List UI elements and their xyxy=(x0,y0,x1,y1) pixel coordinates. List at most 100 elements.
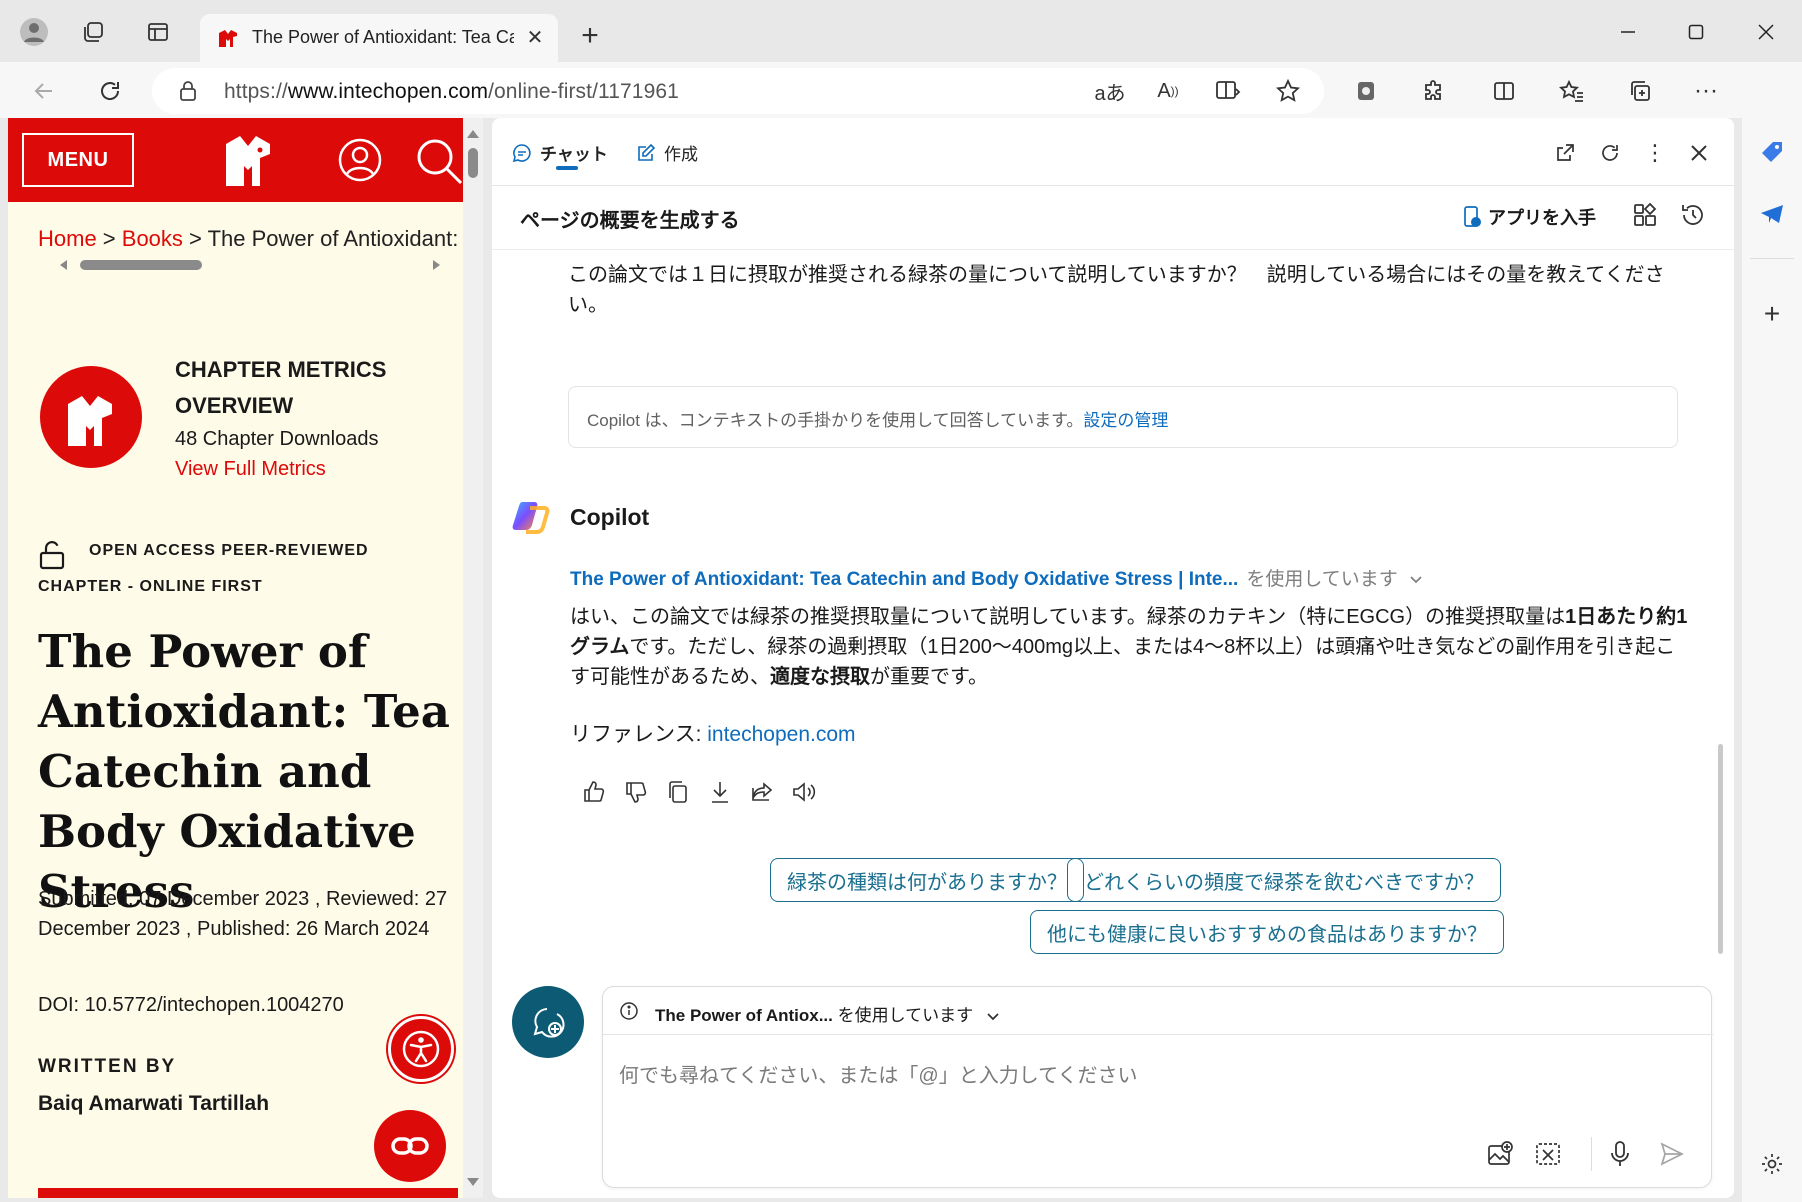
microphone-icon[interactable] xyxy=(1603,1137,1637,1171)
view-full-metrics-link[interactable]: View Full Metrics xyxy=(175,458,326,481)
context-notice: Copilot は、コンテキストの手掛かりを使用して回答しています。設定の管理 xyxy=(568,386,1678,448)
refresh-chat-icon[interactable] xyxy=(1595,138,1625,168)
breadcrumb-books[interactable]: Books xyxy=(122,226,183,251)
close-window-icon[interactable] xyxy=(1746,14,1786,50)
speaker-icon[interactable] xyxy=(786,774,822,810)
history-icon[interactable] xyxy=(1680,202,1706,228)
minimize-icon[interactable] xyxy=(1608,14,1648,50)
share-link-button[interactable] xyxy=(374,1110,446,1182)
intechopen-favicon-icon xyxy=(216,27,240,51)
doi: DOI: 10.5772/intechopen.1004270 xyxy=(38,994,344,1016)
copilot-pane: チャット 作成 ⋮ ページの概要を生成する アプリを入手 この論文では１日に摂取… xyxy=(492,118,1734,1198)
source-expand-chevron-icon[interactable] xyxy=(1409,575,1423,585)
address-bar[interactable]: https://www.intechopen.com/online-first/… xyxy=(152,68,1324,114)
browser-toolbar: https://www.intechopen.com/online-first/… xyxy=(0,62,1802,118)
accessibility-button[interactable] xyxy=(388,1016,454,1082)
tab-close-icon[interactable]: ✕ xyxy=(522,25,548,51)
split-screen-icon[interactable] xyxy=(1484,71,1524,111)
more-options-icon[interactable]: ··· xyxy=(1686,71,1726,111)
open-in-new-icon[interactable] xyxy=(1550,138,1580,168)
chat-input[interactable]: 何でも尋ねてください、または「@」と入力してください xyxy=(619,1059,1138,1088)
intechopen-logo-icon[interactable] xyxy=(220,130,276,190)
open-access-label: OPEN ACCESS PEER-REVIEWED xyxy=(89,542,369,559)
breadcrumb-home[interactable]: Home xyxy=(38,226,97,251)
reference-link[interactable]: intechopen.com xyxy=(707,723,855,746)
input-divider xyxy=(1591,1137,1592,1171)
link-icon xyxy=(391,1137,429,1155)
page-scrollbar[interactable] xyxy=(463,118,483,1198)
article-title: The Power of Antioxidant: Tea Catechin a… xyxy=(38,625,450,918)
refresh-icon[interactable] xyxy=(90,71,130,111)
source-line: The Power of Antioxidant: Tea Catechin a… xyxy=(570,564,1423,591)
menu-button[interactable]: MENU xyxy=(22,133,134,187)
workspaces-icon[interactable] xyxy=(74,12,114,52)
thumbs-down-icon[interactable] xyxy=(618,774,654,810)
written-by-label: WRITTEN BY xyxy=(38,1056,177,1077)
url-text[interactable]: https://www.intechopen.com/online-first/… xyxy=(224,80,679,104)
copilot-scrollbar[interactable] xyxy=(1718,744,1723,954)
breadcrumb-scrollbar[interactable] xyxy=(50,256,450,274)
get-app-button[interactable]: アプリを入手 xyxy=(1462,204,1596,230)
compose-icon xyxy=(638,143,656,161)
input-context-chevron-icon[interactable] xyxy=(986,1012,1000,1022)
info-icon xyxy=(619,1001,639,1021)
extension-shield-icon[interactable] xyxy=(1346,71,1386,111)
read-aloud-icon[interactable]: A)) xyxy=(1148,71,1188,111)
favorites-icon[interactable] xyxy=(1552,71,1592,111)
browser-tab[interactable]: The Power of Antioxidant: Tea Ca ✕ xyxy=(200,14,558,64)
back-icon[interactable] xyxy=(24,71,64,111)
generate-summary-button[interactable]: ページの概要を生成する xyxy=(520,204,740,233)
chapter-downloads: 48 Chapter Downloads xyxy=(175,428,379,450)
new-tab-icon[interactable]: + xyxy=(570,16,610,56)
copy-icon[interactable] xyxy=(660,774,696,810)
screenshot-icon[interactable] xyxy=(1531,1137,1565,1171)
close-pane-icon[interactable] xyxy=(1684,138,1714,168)
source-page-link[interactable]: The Power of Antioxidant: Tea Catechin a… xyxy=(570,569,1238,590)
tab-compose[interactable]: 作成 xyxy=(636,140,698,165)
apps-grid-icon[interactable] xyxy=(1632,202,1658,228)
reference-line: リファレンス: intechopen.com xyxy=(570,723,856,746)
suggestion-chip[interactable]: 緑茶の種類は何がありますか？ xyxy=(770,858,1084,902)
sidebar-settings-gear-icon[interactable] xyxy=(1754,1146,1790,1182)
breadcrumb: Home > Books > The Power of Antioxidant: xyxy=(38,226,459,251)
more-options-vertical-icon[interactable]: ⋮ xyxy=(1640,138,1670,168)
download-icon[interactable] xyxy=(702,774,738,810)
telegram-send-icon[interactable] xyxy=(1754,196,1790,232)
publication-dates: Submitted: 07 December 2023 , Reviewed: … xyxy=(38,888,448,940)
edge-sidebar: + xyxy=(1742,62,1802,1202)
favorite-star-icon[interactable] xyxy=(1268,71,1308,111)
lock-icon[interactable] xyxy=(178,80,198,102)
page-bottom-bar xyxy=(38,1188,458,1198)
assistant-answer: はい、この論文では緑茶の推奨摂取量について説明しています。緑茶のカテキン（特にE… xyxy=(570,606,1688,688)
extensions-icon[interactable] xyxy=(1414,71,1454,111)
search-icon[interactable] xyxy=(416,138,462,184)
open-access-lock-icon xyxy=(38,540,66,570)
author-name[interactable]: Baiq Amarwati Tartillah xyxy=(38,1092,269,1116)
input-context-title: The Power of Antiox... xyxy=(655,1006,833,1025)
user-message: この論文では１日に摂取が推奨される緑茶の量について説明していますか？ 説明してい… xyxy=(568,264,1665,316)
profile-icon[interactable] xyxy=(14,12,54,52)
new-chat-icon xyxy=(533,1008,565,1038)
add-sidebar-app-icon[interactable]: + xyxy=(1754,296,1790,332)
add-image-icon[interactable] xyxy=(1483,1137,1517,1171)
site-header: MENU xyxy=(8,118,463,202)
share-icon[interactable] xyxy=(744,774,780,810)
summary-bar: ページの概要を生成する アプリを入手 xyxy=(492,186,1734,250)
suggestion-chip[interactable]: 他にも健康に良いおすすめの食品はありますか？ xyxy=(1030,910,1504,954)
manage-settings-link[interactable]: 設定の管理 xyxy=(1083,411,1168,430)
phone-app-icon xyxy=(1464,206,1481,227)
tab-actions-icon[interactable] xyxy=(138,12,178,52)
thumbs-up-icon[interactable] xyxy=(576,774,612,810)
send-icon[interactable] xyxy=(1655,1137,1689,1171)
account-icon[interactable] xyxy=(338,138,382,182)
maximize-icon[interactable] xyxy=(1676,14,1716,50)
shopping-tag-icon[interactable] xyxy=(1754,134,1790,170)
suggestion-chip[interactable]: どれくらいの頻度で緑茶を飲むべきですか？ xyxy=(1067,858,1501,902)
translate-icon[interactable]: aあ xyxy=(1090,71,1130,111)
immersive-reader-icon[interactable] xyxy=(1208,71,1248,111)
new-chat-button[interactable] xyxy=(512,986,584,1058)
input-context-bar[interactable]: The Power of Antiox... を使用しています xyxy=(603,987,1713,1035)
collections-icon[interactable] xyxy=(1620,71,1660,111)
tab-chat[interactable]: チャット xyxy=(512,140,608,165)
breadcrumb-current: The Power of Antioxidant: xyxy=(207,226,459,251)
